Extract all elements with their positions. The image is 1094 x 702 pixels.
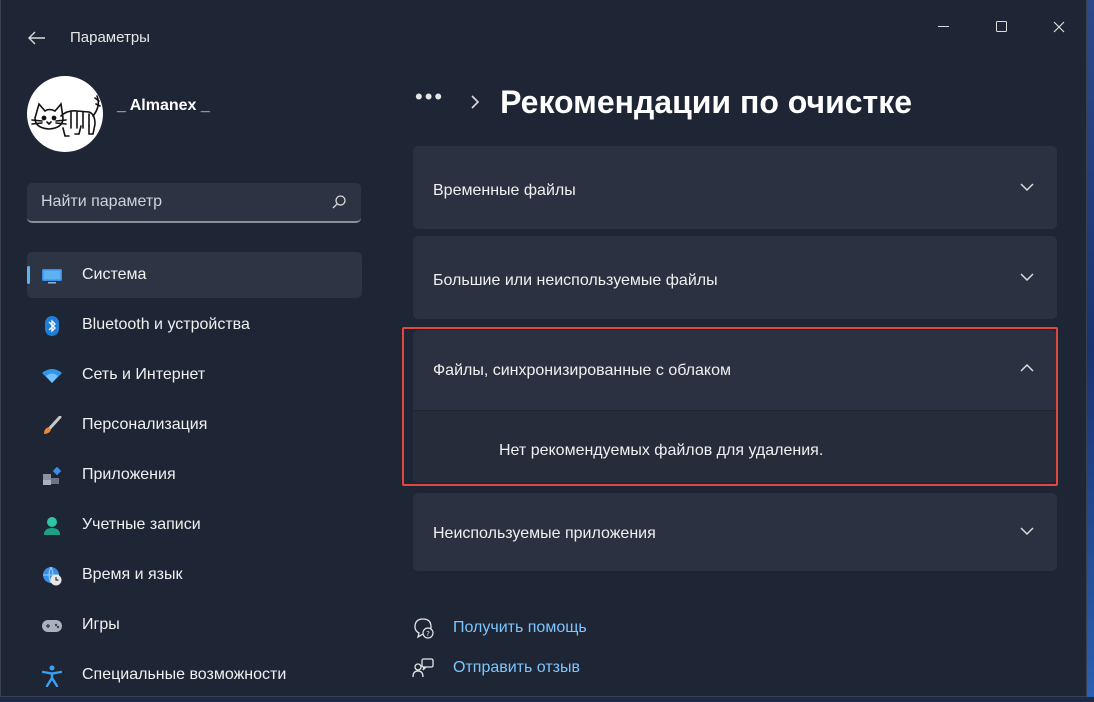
chevron-up-icon: [1020, 363, 1034, 372]
minimize-button[interactable]: [921, 12, 967, 42]
link-label: Получить помощь: [453, 619, 587, 636]
maximize-icon: [996, 21, 1007, 32]
minimize-icon: [938, 26, 949, 27]
sidebar-item-label: Персонализация: [82, 416, 208, 433]
person-icon: [41, 515, 63, 537]
sidebar-item-accounts[interactable]: Учетные записи: [27, 502, 362, 548]
section-temp-files: Временные файлы: [413, 146, 1057, 229]
active-indicator: [27, 266, 30, 284]
search-input[interactable]: [27, 183, 317, 221]
sidebar-item-bluetooth[interactable]: Bluetooth и устройства: [27, 302, 362, 348]
sidebar-nav: Система Bluetooth и устройства Сеть и Ин…: [27, 252, 362, 702]
bluetooth-icon: [41, 315, 63, 337]
section-label: Большие или неиспользуемые файлы: [433, 272, 718, 289]
wifi-icon: [41, 365, 63, 387]
accessibility-icon: [41, 665, 63, 687]
section-body: Нет рекомендуемых файлов для удаления.: [413, 410, 1057, 481]
globe-clock-icon: [41, 565, 63, 587]
section-header-cloud-synced-files[interactable]: Файлы, синхронизированные с облаком: [413, 330, 1057, 410]
close-button[interactable]: [1036, 12, 1082, 42]
sidebar-item-label: Система: [82, 266, 147, 283]
brush-icon: [41, 415, 63, 437]
sidebar-item-system[interactable]: Система: [27, 252, 362, 298]
section-label: Файлы, синхронизированные с облаком: [433, 362, 731, 379]
desktop-background-strip: [1087, 0, 1094, 697]
chevron-down-icon: [1020, 527, 1034, 536]
user-name: _ Almanex _: [117, 97, 210, 114]
section-label: Временные файлы: [433, 182, 576, 199]
chevron-down-icon: [1020, 183, 1034, 192]
sidebar-item-personalization[interactable]: Персонализация: [27, 402, 362, 448]
sidebar-item-apps[interactable]: Приложения: [27, 452, 362, 498]
app-title: Параметры: [70, 29, 150, 46]
sidebar-item-label: Bluetooth и устройства: [82, 316, 250, 333]
maximize-button[interactable]: [979, 12, 1025, 42]
close-icon: [1053, 21, 1065, 33]
get-help-link[interactable]: ? Получить помощь: [411, 615, 587, 641]
section-label: Неиспользуемые приложения: [433, 525, 656, 542]
section-header-temp-files[interactable]: Временные файлы: [413, 146, 1057, 229]
sidebar-item-label: Сеть и Интернет: [82, 366, 206, 383]
sidebar-item-label: Время и язык: [82, 566, 183, 583]
breadcrumb: ••• Рекомендации по очистке: [415, 80, 912, 124]
section-large-files: Большие или неиспользуемые файлы: [413, 236, 1057, 319]
sidebar-item-network[interactable]: Сеть и Интернет: [27, 352, 362, 398]
search-box: [27, 183, 361, 223]
cat-drawing-avatar: [31, 95, 101, 137]
gamepad-icon: [41, 615, 63, 637]
section-header-unused-apps[interactable]: Неиспользуемые приложения: [413, 493, 1057, 571]
back-button[interactable]: [23, 24, 51, 52]
section-unused-apps: Неиспользуемые приложения: [413, 493, 1057, 571]
arrow-left-icon: [28, 31, 45, 45]
feedback-icon: [411, 656, 435, 680]
page-title: Рекомендации по очистке: [500, 83, 913, 120]
sidebar-item-label: Приложения: [82, 466, 176, 483]
sidebar-item-label: Учетные записи: [82, 516, 201, 533]
system-display-icon: [41, 265, 63, 287]
sidebar-item-time-language[interactable]: Время и язык: [27, 552, 362, 598]
sidebar-item-label: Специальные возможности: [82, 666, 287, 683]
section-header-large-files[interactable]: Большие или неиспользуемые файлы: [413, 236, 1057, 319]
sidebar-item-label: Игры: [82, 616, 120, 633]
avatar[interactable]: [27, 76, 103, 152]
section-cloud-synced-files: Файлы, синхронизированные с облаком Нет …: [413, 330, 1057, 482]
settings-window: Параметры _ Almanex _ Найти параметр Сис…: [0, 0, 1087, 697]
search-icon[interactable]: [331, 194, 347, 210]
chevron-down-icon: [1020, 273, 1034, 282]
chevron-right-icon: [471, 95, 480, 109]
sidebar-item-gaming[interactable]: Игры: [27, 602, 362, 648]
apps-icon: [41, 465, 63, 487]
title-bar: Параметры: [1, 0, 1086, 72]
empty-state-message: Нет рекомендуемых файлов для удаления.: [499, 442, 824, 459]
breadcrumb-overflow-button[interactable]: •••: [415, 84, 444, 110]
svg-text:?: ?: [426, 630, 430, 638]
link-label: Отправить отзыв: [453, 659, 580, 676]
sidebar-item-accessibility[interactable]: Специальные возможности: [27, 652, 362, 698]
help-chat-icon: ?: [411, 616, 435, 640]
send-feedback-link[interactable]: Отправить отзыв: [411, 655, 580, 681]
